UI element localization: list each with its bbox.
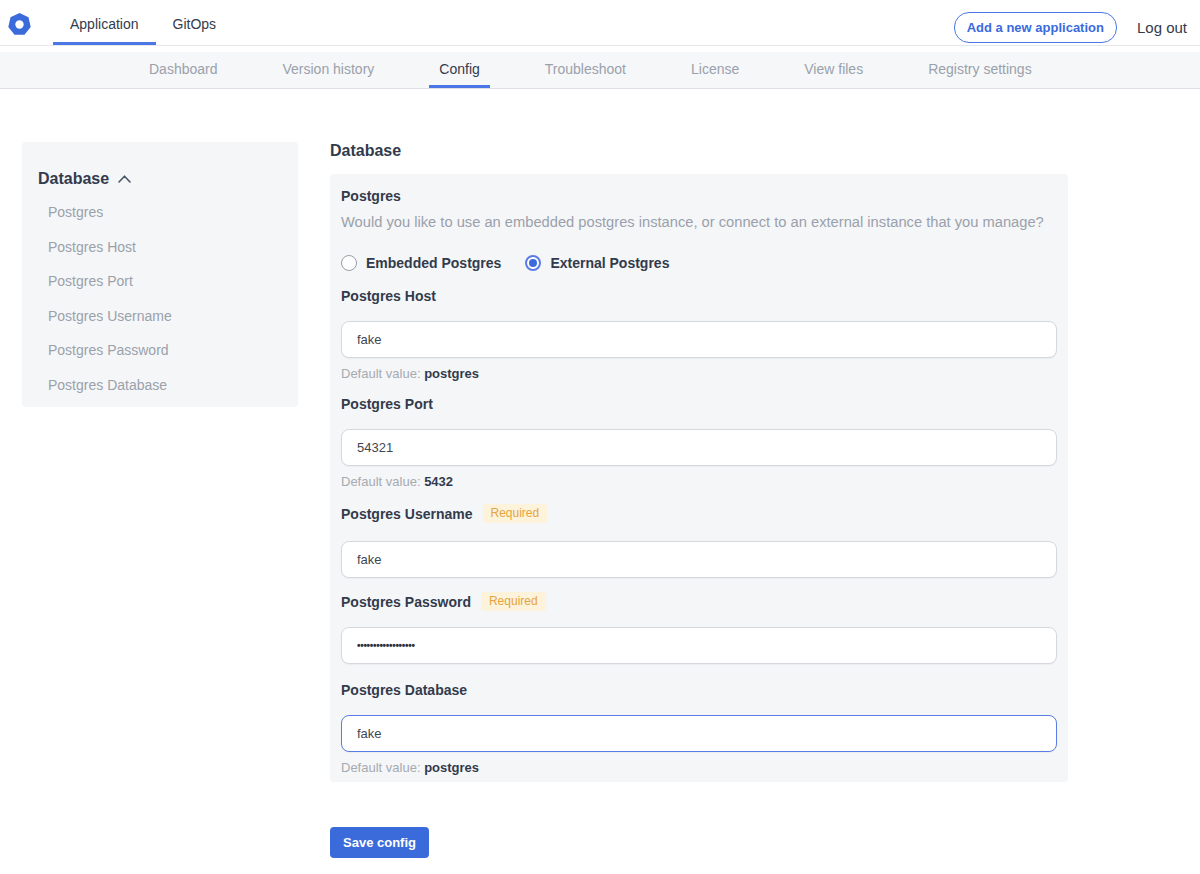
top-tabs: Application GitOps xyxy=(53,0,233,45)
top-navbar: Application GitOps Add a new application… xyxy=(0,0,1200,46)
default-label: Default value: xyxy=(341,760,421,775)
postgres-username-label-text: Postgres Username xyxy=(341,507,473,521)
app-subnav: Dashboard Version history Config Trouble… xyxy=(0,52,1200,89)
postgres-database-input[interactable] xyxy=(341,715,1057,752)
tab-application-label: Application xyxy=(70,16,139,32)
subnav-tab-version-history-label: Version history xyxy=(283,61,375,77)
logout-link[interactable]: Log out xyxy=(1137,19,1187,36)
required-badge: Required xyxy=(483,504,548,523)
postgres-database-default: Default value: postgres xyxy=(341,761,1057,774)
postgres-password-label-text: Postgres Password xyxy=(341,595,471,609)
sidebar-item-postgres-password[interactable]: Postgres Password xyxy=(38,333,282,368)
postgres-password-label: Postgres Password Required xyxy=(341,592,1057,611)
postgres-password-input[interactable] xyxy=(341,627,1057,664)
postgres-host-default: Default value: postgres xyxy=(341,367,1057,380)
radio-external-postgres-icon[interactable] xyxy=(525,255,541,271)
chevron-up-icon xyxy=(118,175,131,183)
add-new-application-button[interactable]: Add a new application xyxy=(954,12,1117,43)
topnav-right: Add a new application Log out xyxy=(954,0,1200,45)
postgres-radio-group: Embedded Postgres External Postgres xyxy=(341,254,1057,271)
sidebar-item-postgres-port[interactable]: Postgres Port xyxy=(38,264,282,299)
radio-external-postgres-label: External Postgres xyxy=(550,255,669,271)
subnav-tab-config[interactable]: Config xyxy=(429,52,489,88)
config-sidebar: Database Postgres Postgres Host Postgres… xyxy=(22,142,298,407)
subnav-tab-view-files-label: View files xyxy=(804,61,863,77)
tab-application[interactable]: Application xyxy=(53,0,156,45)
radio-embedded-postgres-icon[interactable] xyxy=(341,255,357,271)
sidebar-item-postgres-username[interactable]: Postgres Username xyxy=(38,299,282,334)
subnav-tab-registry-settings[interactable]: Registry settings xyxy=(918,52,1041,88)
group-name: Postgres xyxy=(341,189,1057,203)
subnav-tab-registry-settings-label: Registry settings xyxy=(928,61,1031,77)
subnav-tab-license-label: License xyxy=(691,61,739,77)
postgres-username-label: Postgres Username Required xyxy=(341,504,1057,523)
postgres-port-label: Postgres Port xyxy=(341,397,1057,411)
postgres-database-label: Postgres Database xyxy=(341,683,1057,697)
default-value: 5432 xyxy=(424,474,453,489)
subnav-tab-dashboard-label: Dashboard xyxy=(149,61,218,77)
postgres-host-label-text: Postgres Host xyxy=(341,289,436,303)
sidebar-group-database[interactable]: Database xyxy=(38,170,282,188)
default-label: Default value: xyxy=(341,474,421,489)
default-value: postgres xyxy=(424,760,479,775)
save-config-button[interactable]: Save config xyxy=(330,827,429,858)
tab-gitops[interactable]: GitOps xyxy=(156,0,234,45)
postgres-port-default: Default value: 5432 xyxy=(341,475,1057,488)
postgres-host-label: Postgres Host xyxy=(341,289,1057,303)
config-layout: Database Postgres Postgres Host Postgres… xyxy=(0,142,1200,858)
section-title: Database xyxy=(330,142,1068,160)
required-badge: Required xyxy=(481,592,546,611)
subnav-tab-troubleshoot[interactable]: Troubleshoot xyxy=(535,52,636,88)
subnav-tab-license[interactable]: License xyxy=(681,52,749,88)
postgres-username-input[interactable] xyxy=(341,541,1057,578)
postgres-host-input[interactable] xyxy=(341,321,1057,358)
sidebar-item-postgres[interactable]: Postgres xyxy=(38,195,282,230)
subnav-tab-config-label: Config xyxy=(439,61,479,77)
default-label: Default value: xyxy=(341,366,421,381)
group-help-text: Would you like to use an embedded postgr… xyxy=(341,215,1057,230)
postgres-database-label-text: Postgres Database xyxy=(341,683,467,697)
radio-embedded-postgres[interactable]: Embedded Postgres xyxy=(341,255,501,271)
postgres-port-input[interactable] xyxy=(341,429,1057,466)
postgres-port-label-text: Postgres Port xyxy=(341,397,433,411)
sidebar-item-postgres-database[interactable]: Postgres Database xyxy=(38,368,282,403)
radio-embedded-postgres-label: Embedded Postgres xyxy=(366,255,501,271)
sidebar-item-postgres-host[interactable]: Postgres Host xyxy=(38,230,282,265)
radio-external-postgres[interactable]: External Postgres xyxy=(525,255,669,271)
subnav-tab-troubleshoot-label: Troubleshoot xyxy=(545,61,626,77)
app-logo-icon[interactable] xyxy=(8,13,31,36)
default-value: postgres xyxy=(424,366,479,381)
tab-gitops-label: GitOps xyxy=(173,16,217,32)
sidebar-group-database-label: Database xyxy=(38,170,109,188)
sidebar-items: Postgres Postgres Host Postgres Port Pos… xyxy=(38,195,282,402)
config-main: Database Postgres Would you like to use … xyxy=(330,142,1068,858)
subnav-tab-dashboard[interactable]: Dashboard xyxy=(139,52,228,88)
subnav-tab-view-files[interactable]: View files xyxy=(794,52,873,88)
config-group-panel: Postgres Would you like to use an embedd… xyxy=(330,174,1068,782)
subnav-tab-version-history[interactable]: Version history xyxy=(273,52,385,88)
